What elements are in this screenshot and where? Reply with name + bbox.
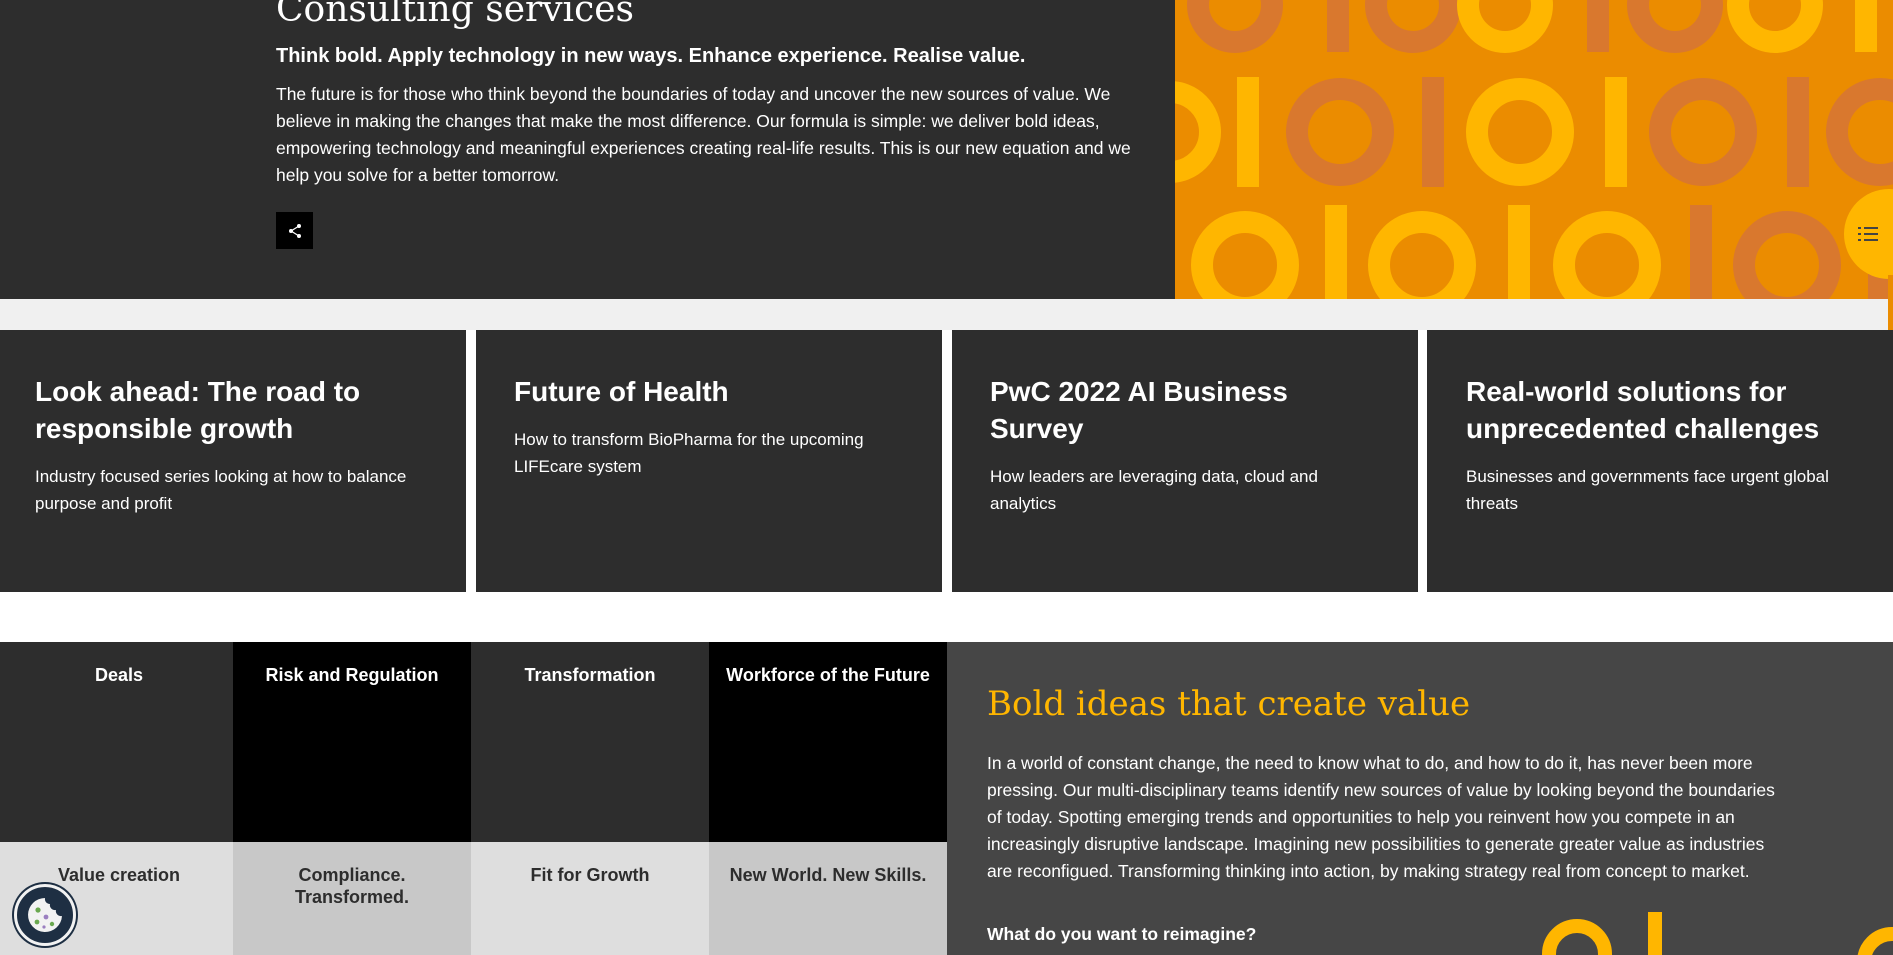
service-tiles: Deals Value creation Risk and Regulation… [0, 642, 947, 955]
section-question: What do you want to reimagine? [987, 924, 1257, 944]
list-icon [1858, 227, 1878, 241]
feature-cards: Look ahead: The road to responsible grow… [0, 330, 1893, 593]
section-title: Bold ideas that create value [987, 684, 1471, 724]
card-title: PwC 2022 AI Business Survey [990, 376, 1288, 444]
feature-card[interactable]: Future of Health How to transform BioPha… [476, 330, 942, 592]
card-title: Future of Health [514, 376, 729, 407]
service-tile-workforce[interactable]: Workforce of the Future New World. New S… [709, 642, 947, 955]
tile-heading: Workforce of the Future [709, 642, 947, 842]
share-button[interactable] [276, 212, 313, 249]
cookie-settings-button[interactable] [14, 884, 76, 946]
bold-ideas-section: Bold ideas that create value In a world … [947, 642, 1893, 955]
hero-subtitle: Think bold. Apply technology in new ways… [276, 45, 1026, 68]
tile-tagline: Fit for Growth [471, 842, 709, 955]
feature-card[interactable]: Look ahead: The road to responsible grow… [0, 330, 466, 592]
feature-card[interactable]: Real-world solutions for unprecedented c… [1427, 330, 1893, 592]
tile-heading: Transformation [471, 642, 709, 842]
binary-pattern-art [1175, 0, 1893, 299]
section-body: In a world of constant change, the need … [987, 753, 1775, 881]
tile-tagline: New World. New Skills. [709, 842, 947, 955]
service-tile-transformation[interactable]: Transformation Fit for Growth [471, 642, 709, 955]
hero-section: Consulting services Think bold. Apply te… [0, 0, 1893, 299]
page-title: Consulting services [276, 0, 635, 30]
hero-text: Consulting services Think bold. Apply te… [276, 0, 1136, 189]
card-description: Industry focused series looking at how t… [35, 467, 407, 513]
share-icon [288, 223, 301, 238]
hero-body: The future is for those who think beyond… [276, 84, 1131, 186]
feature-card[interactable]: PwC 2022 AI Business Survey How leaders … [952, 330, 1418, 592]
section-divider [0, 299, 1893, 330]
tile-heading: Deals [0, 642, 238, 842]
card-description: How leaders are leveraging data, cloud a… [990, 467, 1318, 513]
card-title: Look ahead: The road to responsible grow… [35, 376, 361, 444]
cookie-icon [28, 898, 63, 932]
card-description: How to transform BioPharma for the upcom… [514, 430, 864, 476]
card-description: Businesses and governments face urgent g… [1466, 467, 1829, 513]
service-tile-risk[interactable]: Risk and Regulation Compliance. Transfor… [233, 642, 471, 955]
card-title: Real-world solutions for unprecedented c… [1466, 376, 1820, 444]
tile-tagline: Compliance. Transformed. [233, 842, 471, 955]
tile-heading: Risk and Regulation [233, 642, 471, 842]
